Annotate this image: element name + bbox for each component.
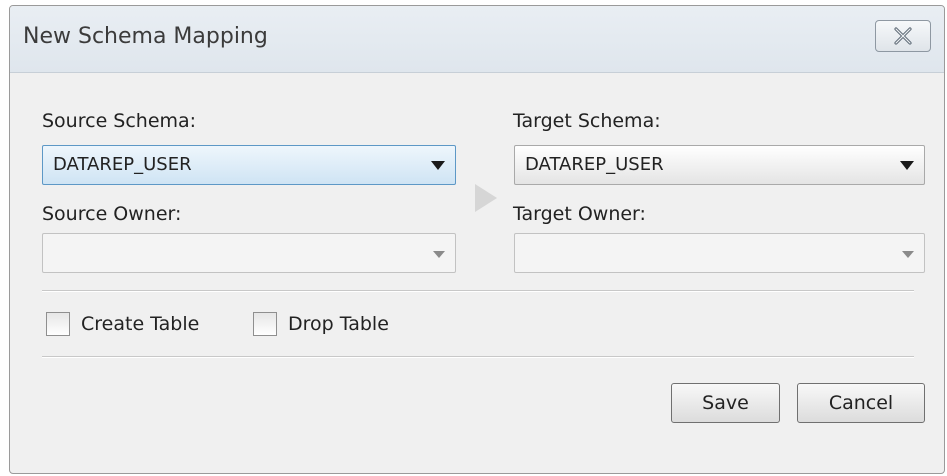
create-table-checkbox[interactable]: [46, 312, 70, 336]
title-bar: New Schema Mapping: [10, 6, 944, 73]
divider-bottom: [42, 356, 914, 358]
target-schema-label: Target Schema:: [513, 110, 661, 132]
source-owner-label: Source Owner:: [42, 203, 182, 225]
new-schema-mapping-dialog: New Schema Mapping Source Schema: DATARE…: [9, 5, 945, 474]
chevron-down-icon: [431, 161, 445, 170]
source-schema-value: DATAREP_USER: [53, 154, 192, 175]
source-schema-label: Source Schema:: [42, 110, 197, 132]
close-icon: [894, 27, 912, 45]
chevron-down-icon: [433, 251, 445, 258]
dialog-title: New Schema Mapping: [23, 24, 268, 49]
chevron-down-icon: [900, 161, 914, 170]
mapping-arrow-icon: [475, 184, 497, 212]
drop-table-label: Drop Table: [288, 313, 389, 335]
target-owner-select[interactable]: [514, 233, 925, 273]
cancel-button[interactable]: Cancel: [797, 383, 925, 423]
divider-top: [42, 290, 914, 292]
close-button[interactable]: [875, 20, 931, 52]
source-owner-select[interactable]: [42, 233, 456, 273]
save-button[interactable]: Save: [671, 383, 780, 423]
create-table-label: Create Table: [81, 313, 200, 335]
chevron-down-icon: [902, 251, 914, 258]
drop-table-option[interactable]: Drop Table: [253, 312, 389, 336]
target-owner-label: Target Owner:: [513, 203, 646, 225]
target-schema-value: DATAREP_USER: [525, 154, 664, 175]
create-table-option[interactable]: Create Table: [46, 312, 199, 336]
drop-table-checkbox[interactable]: [253, 312, 277, 336]
target-schema-select[interactable]: DATAREP_USER: [514, 145, 925, 185]
source-schema-select[interactable]: DATAREP_USER: [42, 145, 456, 185]
